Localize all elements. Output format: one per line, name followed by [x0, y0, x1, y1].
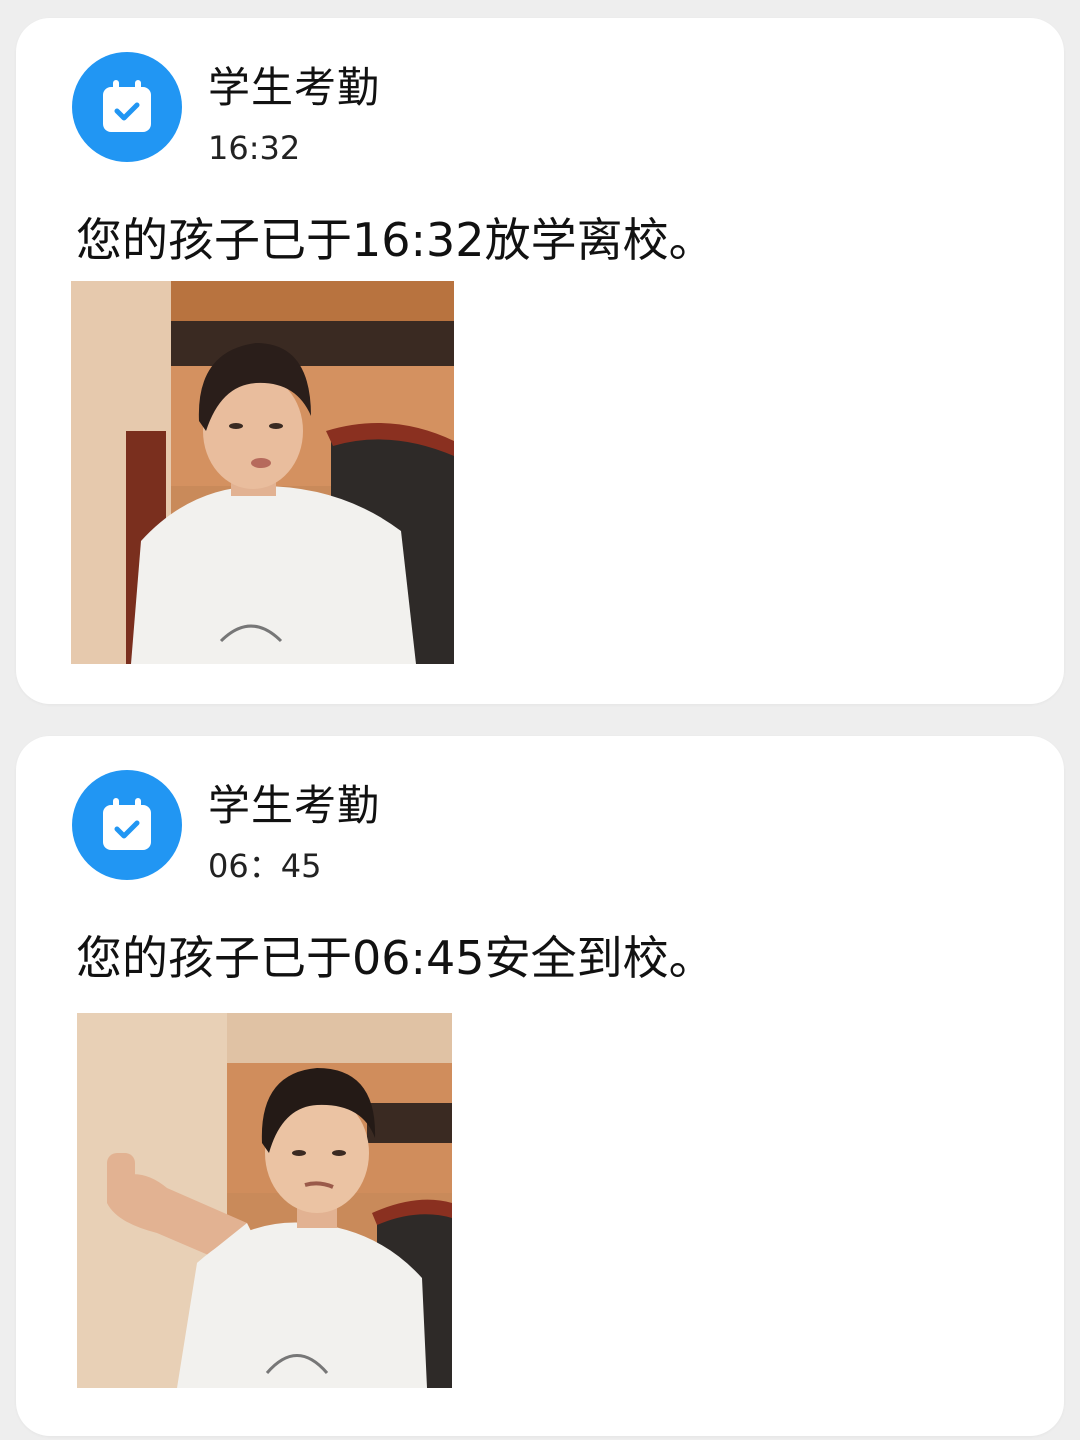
notification-time: 06：45 — [208, 847, 322, 885]
notification-time: 16:32 — [208, 129, 301, 167]
app-name: 学生考勤 — [208, 781, 381, 830]
photo-boy-pointing[interactable] — [77, 1013, 452, 1388]
notification-message: 您的孩子已于16:32放学离校。 — [76, 213, 715, 267]
notification-message: 您的孩子已于06:45安全到校。 — [76, 931, 715, 985]
app-name: 学生考勤 — [208, 63, 381, 112]
photo-boy-talking[interactable] — [71, 281, 454, 664]
calendar-check-icon — [72, 52, 182, 162]
calendar-check-icon — [72, 770, 182, 880]
notification-card[interactable]: 学生考勤 06：45 您的孩子已于06:45安全到校。 — [16, 736, 1064, 1436]
notification-card[interactable]: 学生考勤 16:32 您的孩子已于16:32放学离校。 — [16, 18, 1064, 704]
